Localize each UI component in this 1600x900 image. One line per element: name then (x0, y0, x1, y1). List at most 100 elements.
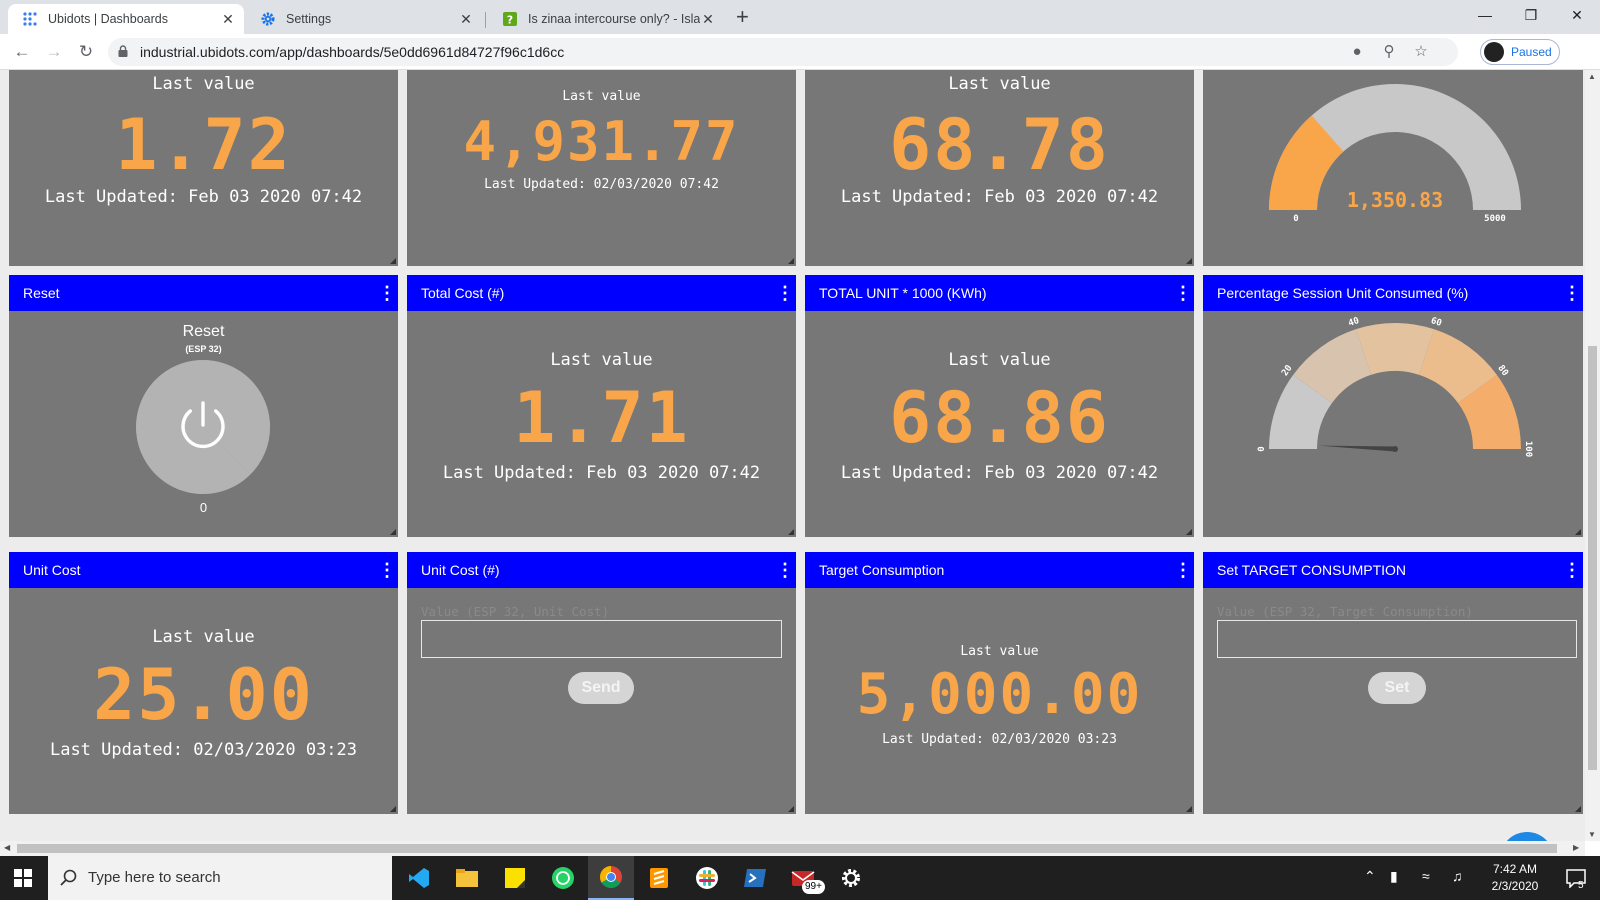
scroll-right-icon[interactable]: ▶ (1573, 843, 1579, 852)
resize-handle[interactable] (390, 258, 396, 264)
volume-icon[interactable]: ♫ (1452, 868, 1463, 884)
input-placeholder: Value (ESP 32, Target Consumption) (1217, 604, 1473, 619)
widget-menu-icon[interactable]: ⋮ (378, 552, 396, 588)
minimize-icon[interactable]: — (1462, 0, 1508, 30)
tab-ubidots[interactable]: Ubidots | Dashboards ✕ (8, 4, 244, 34)
widget-title: Reset (23, 285, 60, 301)
scrollbar-thumb[interactable] (17, 844, 1557, 853)
metric-value: 1.72 (115, 104, 292, 186)
resize-handle[interactable] (1186, 529, 1192, 535)
profile-button[interactable]: Paused (1480, 39, 1560, 65)
widget-menu-icon[interactable]: ⋮ (1563, 275, 1581, 311)
last-value-label: Last value (152, 627, 255, 647)
power-switch-button[interactable] (135, 359, 271, 495)
vscode-icon[interactable] (396, 856, 442, 900)
last-updated-text: Last Updated: Feb 03 2020 07:42 (840, 187, 1159, 207)
widget-header: TOTAL UNIT * 1000 (KWh) ⋮ (805, 275, 1194, 311)
switch-state: 0 (199, 500, 208, 515)
widget-header: Reset ⋮ (9, 275, 398, 311)
file-explorer-icon[interactable] (444, 856, 490, 900)
scroll-left-icon[interactable]: ◀ (4, 843, 10, 852)
battery-icon[interactable]: ▮ (1390, 868, 1398, 885)
windows-taskbar: Type here to search 99+ ⌃ ▮ ≈ ♫ 7:42 AM … (0, 856, 1600, 900)
resize-handle[interactable] (788, 529, 794, 535)
dashboard-canvas: Last value 1.72 Last Updated: Feb 03 202… (0, 70, 1585, 841)
target-consumption-input[interactable] (1217, 620, 1577, 658)
close-tab-icon[interactable]: ✕ (220, 11, 236, 28)
window-close-icon[interactable]: ✕ (1554, 0, 1600, 30)
whatsapp-icon[interactable] (540, 856, 586, 900)
widget-menu-icon[interactable]: ⋮ (776, 552, 794, 588)
metric-value: 25.00 (93, 654, 314, 736)
slack-icon[interactable] (684, 856, 730, 900)
chrome-icon[interactable] (588, 856, 634, 900)
resize-handle[interactable] (1575, 806, 1581, 812)
scrollbar-thumb[interactable] (1588, 346, 1597, 770)
taskbar-clock[interactable]: 7:42 AM 2/3/2020 (1480, 861, 1550, 895)
tab-title: Is zinaa intercourse only? - Islam (528, 12, 700, 26)
blocked-extension-icon[interactable]: ● (1348, 43, 1366, 61)
set-button[interactable]: Set (1368, 672, 1426, 704)
tab-settings[interactable]: Settings ✕ (246, 4, 482, 34)
horizontal-scrollbar[interactable]: ◀ ▶ (0, 841, 1585, 856)
resize-handle[interactable] (390, 529, 396, 535)
address-bar[interactable]: industrial.ubidots.com/app/dashboards/5e… (108, 38, 1458, 66)
widget-menu-icon[interactable]: ⋮ (1174, 552, 1192, 588)
wifi-icon[interactable]: ≈ (1422, 868, 1430, 884)
close-tab-icon[interactable]: ✕ (458, 11, 474, 28)
resize-handle[interactable] (1186, 806, 1192, 812)
back-arrow-icon[interactable]: ← (10, 40, 34, 64)
close-tab-icon[interactable]: ✕ (700, 11, 716, 28)
resize-handle[interactable] (788, 258, 794, 264)
chat-bubble-icon (1500, 832, 1554, 841)
last-updated-text: Last Updated: 02/03/2020 03:23 (882, 732, 1117, 747)
widget-header: Total Cost (#) ⋮ (407, 275, 796, 311)
notification-count: 5 (1578, 880, 1584, 891)
widget-menu-icon[interactable]: ⋮ (1563, 552, 1581, 588)
powershell-icon[interactable] (732, 856, 778, 900)
resize-handle[interactable] (1186, 258, 1192, 264)
settings-gear-icon[interactable] (828, 856, 874, 900)
scroll-up-icon[interactable]: ▲ (1588, 72, 1596, 81)
chat-button[interactable] (1500, 832, 1554, 841)
taskbar-search[interactable]: Type here to search (48, 856, 392, 900)
last-updated-text: Last Updated: Feb 03 2020 07:42 (44, 187, 363, 207)
widget-menu-icon[interactable]: ⋮ (1174, 275, 1192, 311)
widget-title: Total Cost (#) (421, 285, 505, 301)
gauge-needle (1319, 445, 1396, 452)
scroll-down-icon[interactable]: ▼ (1588, 830, 1596, 839)
tab-title: Settings (286, 12, 332, 26)
sublime-text-icon[interactable] (636, 856, 682, 900)
resize-handle[interactable] (390, 806, 396, 812)
widget-top-1: Last value 1.72 Last Updated: Feb 03 202… (9, 70, 398, 266)
widget-set-target: Set TARGET CONSUMPTION ⋮ Value (ESP 32, T… (1203, 552, 1583, 814)
resize-handle[interactable] (1575, 529, 1581, 535)
last-value-label: Last value (562, 89, 641, 104)
reload-icon[interactable]: ↻ (74, 40, 98, 64)
new-tab-button[interactable]: + (736, 6, 749, 28)
chevron-up-icon[interactable]: ⌃ (1364, 868, 1376, 885)
last-updated-text: Last Updated: Feb 03 2020 07:42 (442, 463, 761, 483)
vertical-scrollbar[interactable]: ▲ ▼ (1585, 70, 1600, 841)
mail-icon[interactable]: 99+ (780, 856, 826, 900)
sticky-notes-icon[interactable] (492, 856, 538, 900)
resize-handle[interactable] (788, 806, 794, 812)
metric-value: 68.78 (889, 104, 1110, 186)
last-value-label: Last value (948, 350, 1051, 370)
widget-top-2: Last value 4,931.77 Last Updated: 02/03/… (407, 70, 796, 266)
send-button[interactable]: Send (568, 672, 634, 704)
widget-menu-icon[interactable]: ⋮ (378, 275, 396, 311)
clock-date: 2/3/2020 (1491, 879, 1539, 893)
restore-icon[interactable]: ❐ (1508, 0, 1554, 30)
zoom-icon[interactable]: ⚲ (1380, 43, 1398, 61)
star-bookmark-icon[interactable]: ☆ (1412, 43, 1430, 61)
unit-cost-input[interactable] (421, 620, 782, 658)
notifications-icon[interactable]: 5 (1552, 856, 1600, 900)
last-updated-text: Last Updated: 02/03/2020 03:23 (49, 740, 358, 760)
forward-arrow-icon[interactable]: → (42, 40, 66, 64)
ubidots-favicon-icon (22, 11, 38, 27)
widget-title: Set TARGET CONSUMPTION (1217, 562, 1407, 578)
widget-menu-icon[interactable]: ⋮ (776, 275, 794, 311)
tab-islam-question[interactable]: ? Is zinaa intercourse only? - Islam ✕ (488, 4, 724, 34)
windows-start-icon[interactable] (0, 856, 46, 900)
